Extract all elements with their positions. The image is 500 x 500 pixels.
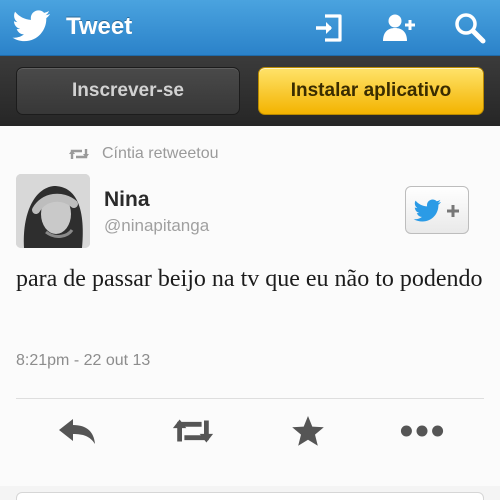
favorite-button[interactable] xyxy=(286,414,330,448)
twitter-bird-plus-icon xyxy=(413,199,459,222)
reply-icon xyxy=(59,419,95,444)
search-icon[interactable] xyxy=(453,11,487,45)
app-header: Tweet xyxy=(0,0,500,56)
tweet-card: Cíntia retweetou Nina @ninapitanga para … xyxy=(0,126,500,486)
more-options-icon xyxy=(400,425,444,437)
retweet-icon xyxy=(172,419,214,443)
follow-user-icon[interactable] xyxy=(382,11,416,45)
sign-in-icon[interactable] xyxy=(312,11,346,45)
tweet-timestamp[interactable]: 8:21pm - 22 out 13 xyxy=(16,352,150,370)
avatar[interactable] xyxy=(16,174,90,248)
divider xyxy=(16,398,484,399)
page-title: Tweet xyxy=(66,13,133,40)
tweet-text: para de passar beijo na tv que eu não to… xyxy=(16,266,483,292)
subscribe-button[interactable]: Inscrever-se xyxy=(16,67,240,115)
app-promo-bar: Inscrever-se Instalar aplicativo xyxy=(0,56,500,126)
more-options-button[interactable] xyxy=(400,414,444,448)
install-app-button[interactable]: Instalar aplicativo xyxy=(258,67,484,115)
twitter-bird-icon xyxy=(12,10,51,42)
favorite-icon xyxy=(292,416,324,446)
next-card-edge xyxy=(16,492,484,500)
retweeted-by-text: Cíntia retweetou xyxy=(102,145,219,162)
author-handle[interactable]: @ninapitanga xyxy=(104,216,209,236)
retweet-context: Cíntia retweetou xyxy=(68,144,219,164)
retweet-button[interactable] xyxy=(171,414,215,448)
reply-button[interactable] xyxy=(55,414,99,448)
retweet-small-icon xyxy=(69,149,89,159)
author-name[interactable]: Nina xyxy=(104,188,150,212)
follow-button[interactable] xyxy=(405,186,469,234)
